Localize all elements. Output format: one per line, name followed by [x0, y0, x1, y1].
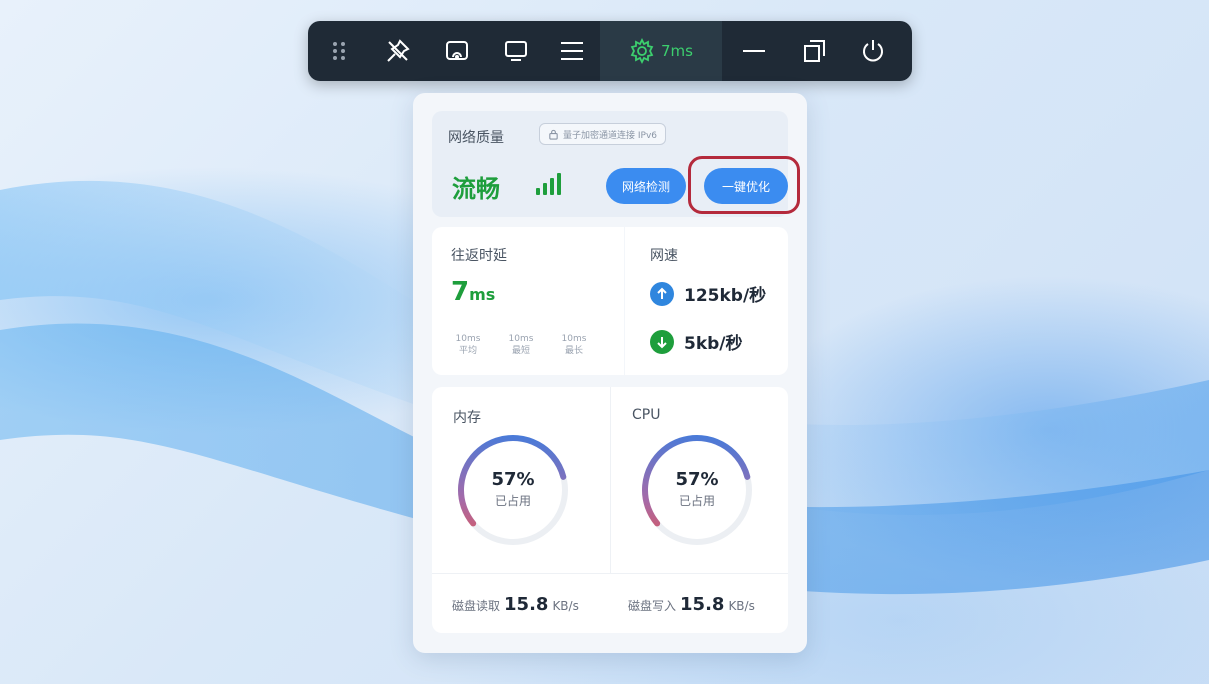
disk-read: 磁盘读取 15.8 KB/s: [452, 594, 579, 615]
system-usage-card: 内存 57% 已占用 CPU 57% 已占用 磁盘读取 15.8 KB/s 磁盘…: [432, 387, 788, 633]
grip-icon[interactable]: [308, 21, 370, 81]
network-status-text: 流畅: [452, 175, 500, 203]
network-status-button[interactable]: 7ms: [600, 21, 722, 81]
power-icon[interactable]: [842, 21, 904, 81]
encryption-badge-text: 量子加密通道连接 IPv6: [563, 130, 657, 141]
remote-toolbar: 7ms: [308, 21, 912, 81]
network-quality-card: 网络质量 量子加密通道连接 IPv6 流畅 网络检测 一键优化: [432, 111, 800, 217]
cpu-title: CPU: [632, 407, 661, 423]
disk-write: 磁盘写入 15.8 KB/s: [628, 594, 755, 615]
one-click-optimize-button[interactable]: 一键优化: [704, 168, 788, 204]
network-quality-title: 网络质量: [448, 130, 504, 146]
cast-icon[interactable]: [426, 21, 488, 81]
ping-value: 7ms: [661, 42, 693, 60]
network-panel: 网络质量 量子加密通道连接 IPv6 流畅 网络检测 一键优化 往返时延 7ms…: [413, 93, 807, 653]
latency-title: 往返时延: [451, 248, 507, 264]
signal-icon: [536, 173, 561, 195]
divider: [610, 387, 611, 573]
divider: [432, 573, 788, 574]
download-speed: 5kb/秒: [650, 329, 743, 354]
latency-stat-min: 10ms 最短: [508, 334, 534, 356]
menu-icon[interactable]: [544, 21, 600, 81]
latency-card: 往返时延 7ms 10ms 平均 10ms 最短 10ms 最长: [432, 227, 624, 375]
unpin-icon[interactable]: [370, 21, 426, 81]
speed-card: 网速 125kb/秒 5kb/秒: [625, 227, 788, 375]
encryption-badge: 量子加密通道连接 IPv6: [539, 123, 666, 145]
network-check-button[interactable]: 网络检测: [606, 168, 686, 204]
cpu-gauge-label: 57% 已占用: [675, 469, 719, 508]
restore-icon[interactable]: [786, 21, 842, 81]
latency-stat-avg: 10ms 平均: [455, 334, 481, 356]
latency-value: 7ms: [451, 277, 496, 307]
monitor-icon[interactable]: [488, 21, 544, 81]
upload-speed: 125kb/秒: [650, 281, 766, 306]
speed-title: 网速: [650, 248, 678, 264]
memory-gauge-label: 57% 已占用: [491, 469, 535, 508]
memory-title: 内存: [453, 410, 481, 426]
upload-arrow-icon: [650, 281, 674, 306]
minimize-icon[interactable]: [722, 21, 786, 81]
latency-stat-max: 10ms 最长: [561, 334, 587, 356]
download-arrow-icon: [650, 329, 674, 354]
lock-icon: [549, 129, 558, 140]
network-icon: [630, 38, 654, 64]
